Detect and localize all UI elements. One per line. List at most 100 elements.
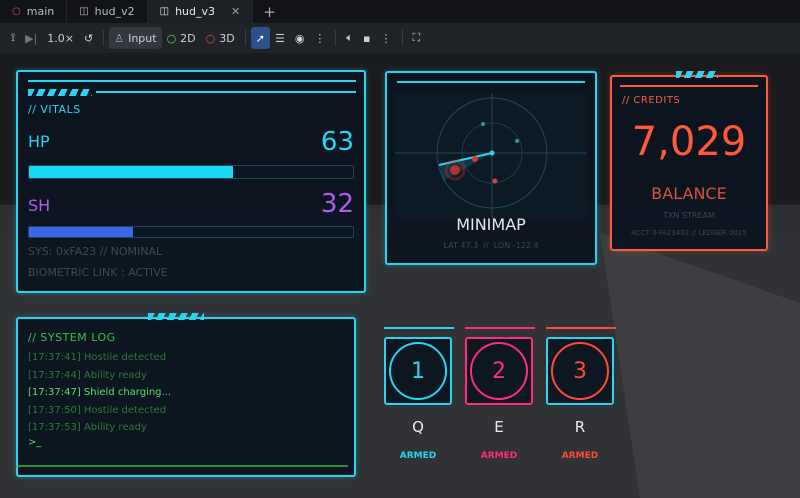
input-toggle[interactable]: ♙ Input bbox=[109, 27, 162, 49]
vitals-panel: // VITALS HP 63 SH 32 SYS: 0xFA23 // NOM… bbox=[16, 70, 366, 293]
panel-top-rule bbox=[397, 81, 585, 83]
panel-top-rule bbox=[206, 317, 346, 319]
log-entry: [17:37:47] Shield charging... bbox=[28, 387, 172, 398]
ability-3-state: ARMED bbox=[561, 451, 599, 461]
step-frame-button[interactable]: ▶| bbox=[20, 27, 42, 49]
minimap-panel: MINIMAP LAT 47.3 // LON -122.4 bbox=[385, 71, 597, 265]
tab-main[interactable]: ○ main bbox=[0, 0, 68, 23]
joystick-icon: ♙ bbox=[114, 31, 125, 45]
ability-slot-2[interactable]: 2 bbox=[465, 337, 533, 405]
close-icon[interactable]: ✕ bbox=[231, 5, 240, 18]
ability-2-state: ARMED bbox=[480, 451, 518, 461]
ability-slot-3[interactable]: 3 bbox=[546, 337, 614, 405]
panel-stripe-deco bbox=[676, 71, 718, 78]
system-log-header: // SYSTEM LOG bbox=[28, 331, 116, 344]
divider bbox=[103, 30, 105, 46]
ability-1-ring: 1 bbox=[389, 342, 447, 400]
ability-1-key: Q bbox=[412, 418, 424, 436]
ability-2-ring: 2 bbox=[470, 342, 528, 400]
sh-bar bbox=[28, 226, 354, 238]
reset-icon: ↺ bbox=[83, 31, 94, 45]
credits-panel: // CREDITS 7,029 BALANCE TXN STREAM ACCT… bbox=[610, 71, 768, 251]
editor-tab-bar: ○ main ◫ hud_v2 ◫ hud_v3 ✕ + bbox=[0, 0, 800, 23]
log-entry: [17:37:50] Hostile detected bbox=[28, 404, 167, 416]
txn-stream-label: TXN STREAM bbox=[663, 211, 715, 220]
log-bottom-rule bbox=[16, 465, 348, 467]
log-prompt[interactable]: >_ bbox=[28, 437, 41, 448]
ability-1-state: ARMED bbox=[399, 451, 437, 461]
scene-icon: ◫ bbox=[159, 6, 170, 17]
radar-display bbox=[395, 93, 587, 218]
divider bbox=[401, 30, 403, 46]
ability-slot-1[interactable]: 1 bbox=[384, 337, 452, 405]
sh-label: SH bbox=[28, 196, 51, 215]
ability-2-top-rule bbox=[465, 327, 535, 329]
audio-button[interactable]: 🔈︎ bbox=[341, 27, 358, 49]
sys-status-line: SYS: 0xFA23 // NOMINAL bbox=[28, 245, 163, 258]
biometric-status-line: BIOMETRIC LINK : ACTIVE bbox=[28, 266, 168, 279]
circle-icon: ○ bbox=[12, 6, 21, 17]
list-tool-button[interactable]: ☰ bbox=[270, 27, 290, 49]
fullscreen-icon: ⛶ bbox=[412, 31, 421, 44]
3d-icon: ○ bbox=[205, 31, 216, 45]
log-entry: [17:37:41] Hostile detected bbox=[28, 352, 167, 363]
tab-hud-v2[interactable]: ◫ hud_v2 bbox=[67, 0, 148, 23]
viewport-toolbar: ⟟ ▶| 1.0× ↺ ♙ Input ○ 2D ○ 3D ➚ ☰ ◉ ⋮ 🔈︎… bbox=[0, 23, 800, 53]
game-viewport[interactable]: // VITALS HP 63 SH 32 SYS: 0xFA23 // NOM… bbox=[0, 53, 800, 498]
vitals-header: // VITALS bbox=[28, 103, 81, 116]
mode-2d-button[interactable]: ○ 2D bbox=[162, 27, 201, 49]
2d-icon: ○ bbox=[166, 31, 177, 45]
panel-top-rule-2 bbox=[96, 91, 356, 93]
log-lines: [17:37:41] Hostile detected [17:37:44] A… bbox=[28, 349, 171, 437]
tab-hud-v3[interactable]: ◫ hud_v3 ✕ bbox=[147, 0, 254, 23]
add-tab-button[interactable]: + bbox=[253, 0, 286, 23]
list-icon: ☰ bbox=[274, 31, 285, 45]
divider bbox=[244, 30, 246, 46]
panel-top-rule bbox=[28, 80, 356, 82]
hp-bar-fill bbox=[29, 166, 234, 178]
ability-3-ring: 3 bbox=[551, 342, 609, 400]
panel-top-rule bbox=[620, 85, 758, 87]
step-icon: ▶| bbox=[25, 31, 38, 45]
antenna-icon: ⟟ bbox=[11, 31, 16, 44]
ability-3-number: 3 bbox=[573, 358, 587, 384]
hp-value: 63 bbox=[320, 127, 354, 157]
more-options-button-2[interactable]: ⋮ bbox=[376, 27, 397, 49]
divider bbox=[335, 30, 337, 46]
ability-1-top-rule bbox=[384, 327, 454, 329]
more-options-button[interactable]: ⋮ bbox=[309, 27, 330, 49]
tab-label: hud_v2 bbox=[94, 5, 135, 18]
panel-stripe-deco bbox=[148, 313, 204, 320]
panel-stripe-deco bbox=[28, 89, 92, 96]
system-log-panel: // SYSTEM LOG [17:37:41] Hostile detecte… bbox=[16, 313, 356, 477]
account-ledger-line: ACCT 0·FA23402 // LEDGER 0025 bbox=[631, 229, 747, 237]
visibility-button[interactable]: ◉ bbox=[290, 27, 310, 49]
sh-value: 32 bbox=[320, 189, 354, 219]
scene-icon: ◫ bbox=[79, 6, 89, 17]
fullscreen-button[interactable]: ⛶ bbox=[408, 27, 426, 49]
cursor-icon: ➚ bbox=[255, 31, 265, 45]
kebab-icon: ⋮ bbox=[380, 31, 392, 45]
speaker-icon: 🔈︎ bbox=[346, 31, 354, 44]
ability-1-number: 1 bbox=[411, 358, 425, 384]
select-tool-button[interactable]: ➚ bbox=[250, 27, 270, 49]
minimap-coords: LAT 47.3 // LON -122.4 bbox=[443, 241, 539, 250]
hp-label: HP bbox=[28, 132, 50, 151]
mode-3d-button[interactable]: ○ 3D bbox=[201, 27, 240, 49]
log-entry: [17:37:44] Ability ready bbox=[28, 369, 147, 381]
credits-amount: 7,029 bbox=[631, 119, 747, 165]
credits-header: // CREDITS bbox=[622, 95, 681, 106]
hp-bar bbox=[28, 165, 354, 179]
mode-2d-label: 2D bbox=[180, 31, 196, 45]
tab-label: hud_v3 bbox=[175, 5, 215, 18]
camera-icon: ▪ bbox=[363, 31, 371, 45]
ability-3-top-rule bbox=[546, 327, 616, 329]
camera-button[interactable]: ▪ bbox=[358, 27, 375, 49]
ability-3-key: R bbox=[574, 418, 586, 436]
speed-select[interactable]: 1.0× bbox=[42, 27, 79, 49]
reset-speed-button[interactable]: ↺ bbox=[79, 27, 98, 49]
speed-value: 1.0× bbox=[47, 31, 74, 45]
minimap-title: MINIMAP bbox=[456, 215, 526, 234]
remote-debug-button[interactable]: ⟟ bbox=[6, 27, 20, 49]
ability-2-key: E bbox=[494, 418, 504, 436]
